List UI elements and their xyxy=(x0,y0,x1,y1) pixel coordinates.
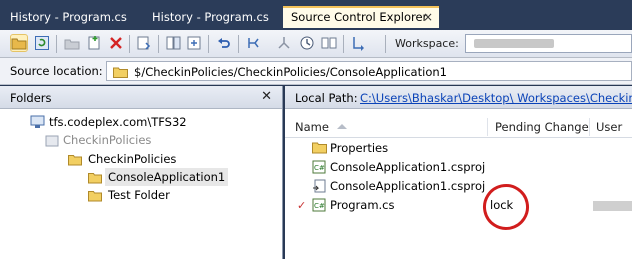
branch-icon[interactable] xyxy=(246,35,262,51)
source-location-label: Source location: xyxy=(10,64,103,78)
list-item[interactable]: C# ConsoleApplication1.csproj xyxy=(285,158,632,177)
list-item[interactable]: Properties xyxy=(285,139,632,158)
tree-node-label: CheckinPolicies xyxy=(63,133,152,147)
checked-out-icon: ✓ xyxy=(297,199,307,212)
tree-node-console-application1[interactable]: ConsoleApplication1 xyxy=(88,168,278,186)
undo-icon[interactable] xyxy=(216,35,232,51)
tree-node-checkin-policies[interactable]: CheckinPolicies xyxy=(68,150,258,168)
tab-history-program-cs-1[interactable]: History - Program.cs xyxy=(2,6,141,28)
source-location-path: $/CheckinPolicies/CheckinPolicies/Consol… xyxy=(134,65,447,79)
source-location-navigate-icon[interactable] xyxy=(351,35,367,51)
item-name: Properties xyxy=(330,141,389,155)
column-header-row: Name Pending Change User xyxy=(285,116,632,138)
folders-pane-header: Folders ✕ xyxy=(0,86,282,109)
folder-icon xyxy=(88,189,104,207)
compare-icon[interactable] xyxy=(321,35,337,51)
svg-text:C#: C# xyxy=(314,202,325,210)
tab-history-program-cs-2[interactable]: History - Program.cs xyxy=(144,6,281,28)
add-files-icon[interactable] xyxy=(86,35,102,51)
toolbar: Workspace: xyxy=(0,30,632,58)
close-tab-icon[interactable]: × xyxy=(423,8,433,27)
item-name: Program.cs xyxy=(330,198,395,212)
tree-node-test-folder[interactable]: Test Folder xyxy=(88,186,248,204)
tab-label: History - Program.cs xyxy=(10,10,127,24)
server-icon xyxy=(30,115,45,134)
item-name: ConsoleApplication1.csproj xyxy=(330,160,486,174)
svg-text:C#: C# xyxy=(314,164,325,172)
close-pane-icon[interactable]: ✕ xyxy=(261,89,272,104)
folder-icon xyxy=(113,66,128,81)
tree-node-label: tfs.codeplex.com\TFS32 xyxy=(49,115,187,129)
folder-view-icon[interactable] xyxy=(10,34,28,52)
folders-pane: Folders ✕ tfs.codeplex.com\TFS32 Checkin… xyxy=(0,86,283,259)
tab-label: Source Control Explorer xyxy=(291,10,428,24)
workspace-label: Workspace: xyxy=(395,37,459,50)
tree-node-label: Test Folder xyxy=(108,188,170,202)
cs-file-icon: C# xyxy=(312,198,326,218)
local-path-bar: Local Path: C:\Users\Bhaskar\Desktop\ Wo… xyxy=(285,86,632,109)
user-redacted xyxy=(593,201,632,211)
tab-label: History - Program.cs xyxy=(152,10,269,24)
open-folder-icon xyxy=(68,153,84,171)
refresh-icon[interactable] xyxy=(34,35,50,51)
column-header-pending-change[interactable]: Pending Change xyxy=(495,116,589,138)
local-path-link[interactable]: C:\Users\Bhaskar\Desktop\ Workspaces\Che… xyxy=(360,91,632,105)
list-item[interactable]: ✓ C# Program.cs lock xyxy=(285,196,632,215)
tree-node-label: CheckinPolicies xyxy=(88,152,177,166)
delete-icon[interactable] xyxy=(108,35,124,51)
tree-node-team-project[interactable]: CheckinPolicies xyxy=(45,131,245,149)
tab-source-control-explorer[interactable]: Source Control Explorer × xyxy=(283,6,439,28)
local-path-label: Local Path: xyxy=(295,91,358,105)
column-header-name[interactable]: Name xyxy=(295,116,329,138)
item-name: ConsoleApplication1.csproj xyxy=(330,179,486,193)
source-location-input[interactable]: $/CheckinPolicies/CheckinPolicies/Consol… xyxy=(106,61,632,81)
list-item[interactable]: ConsoleApplication1.csproj xyxy=(285,177,632,196)
merge-icon[interactable] xyxy=(276,35,292,51)
sort-ascending-icon xyxy=(337,124,347,129)
source-location-bar: Source location: $/CheckinPolicies/Check… xyxy=(0,58,632,85)
get-latest-icon[interactable] xyxy=(136,35,152,51)
workspace-redacted xyxy=(474,39,554,48)
team-project-icon xyxy=(45,134,59,152)
folders-pane-title: Folders xyxy=(10,91,52,105)
history-icon[interactable] xyxy=(299,35,315,51)
check-in-icon[interactable] xyxy=(186,35,202,51)
check-out-icon[interactable] xyxy=(165,35,181,51)
workspace-dropdown[interactable] xyxy=(465,34,632,53)
tree-node-label: ConsoleApplication1 xyxy=(105,168,229,186)
items-pane: Local Path: C:\Users\Bhaskar\Desktop\ Wo… xyxy=(285,86,632,259)
new-folder-icon[interactable] xyxy=(64,35,80,51)
tree-node-server[interactable]: tfs.codeplex.com\TFS32 xyxy=(30,113,250,131)
document-tab-strip: History - Program.cs History - Program.c… xyxy=(0,0,632,30)
column-header-user[interactable]: User xyxy=(596,116,622,138)
